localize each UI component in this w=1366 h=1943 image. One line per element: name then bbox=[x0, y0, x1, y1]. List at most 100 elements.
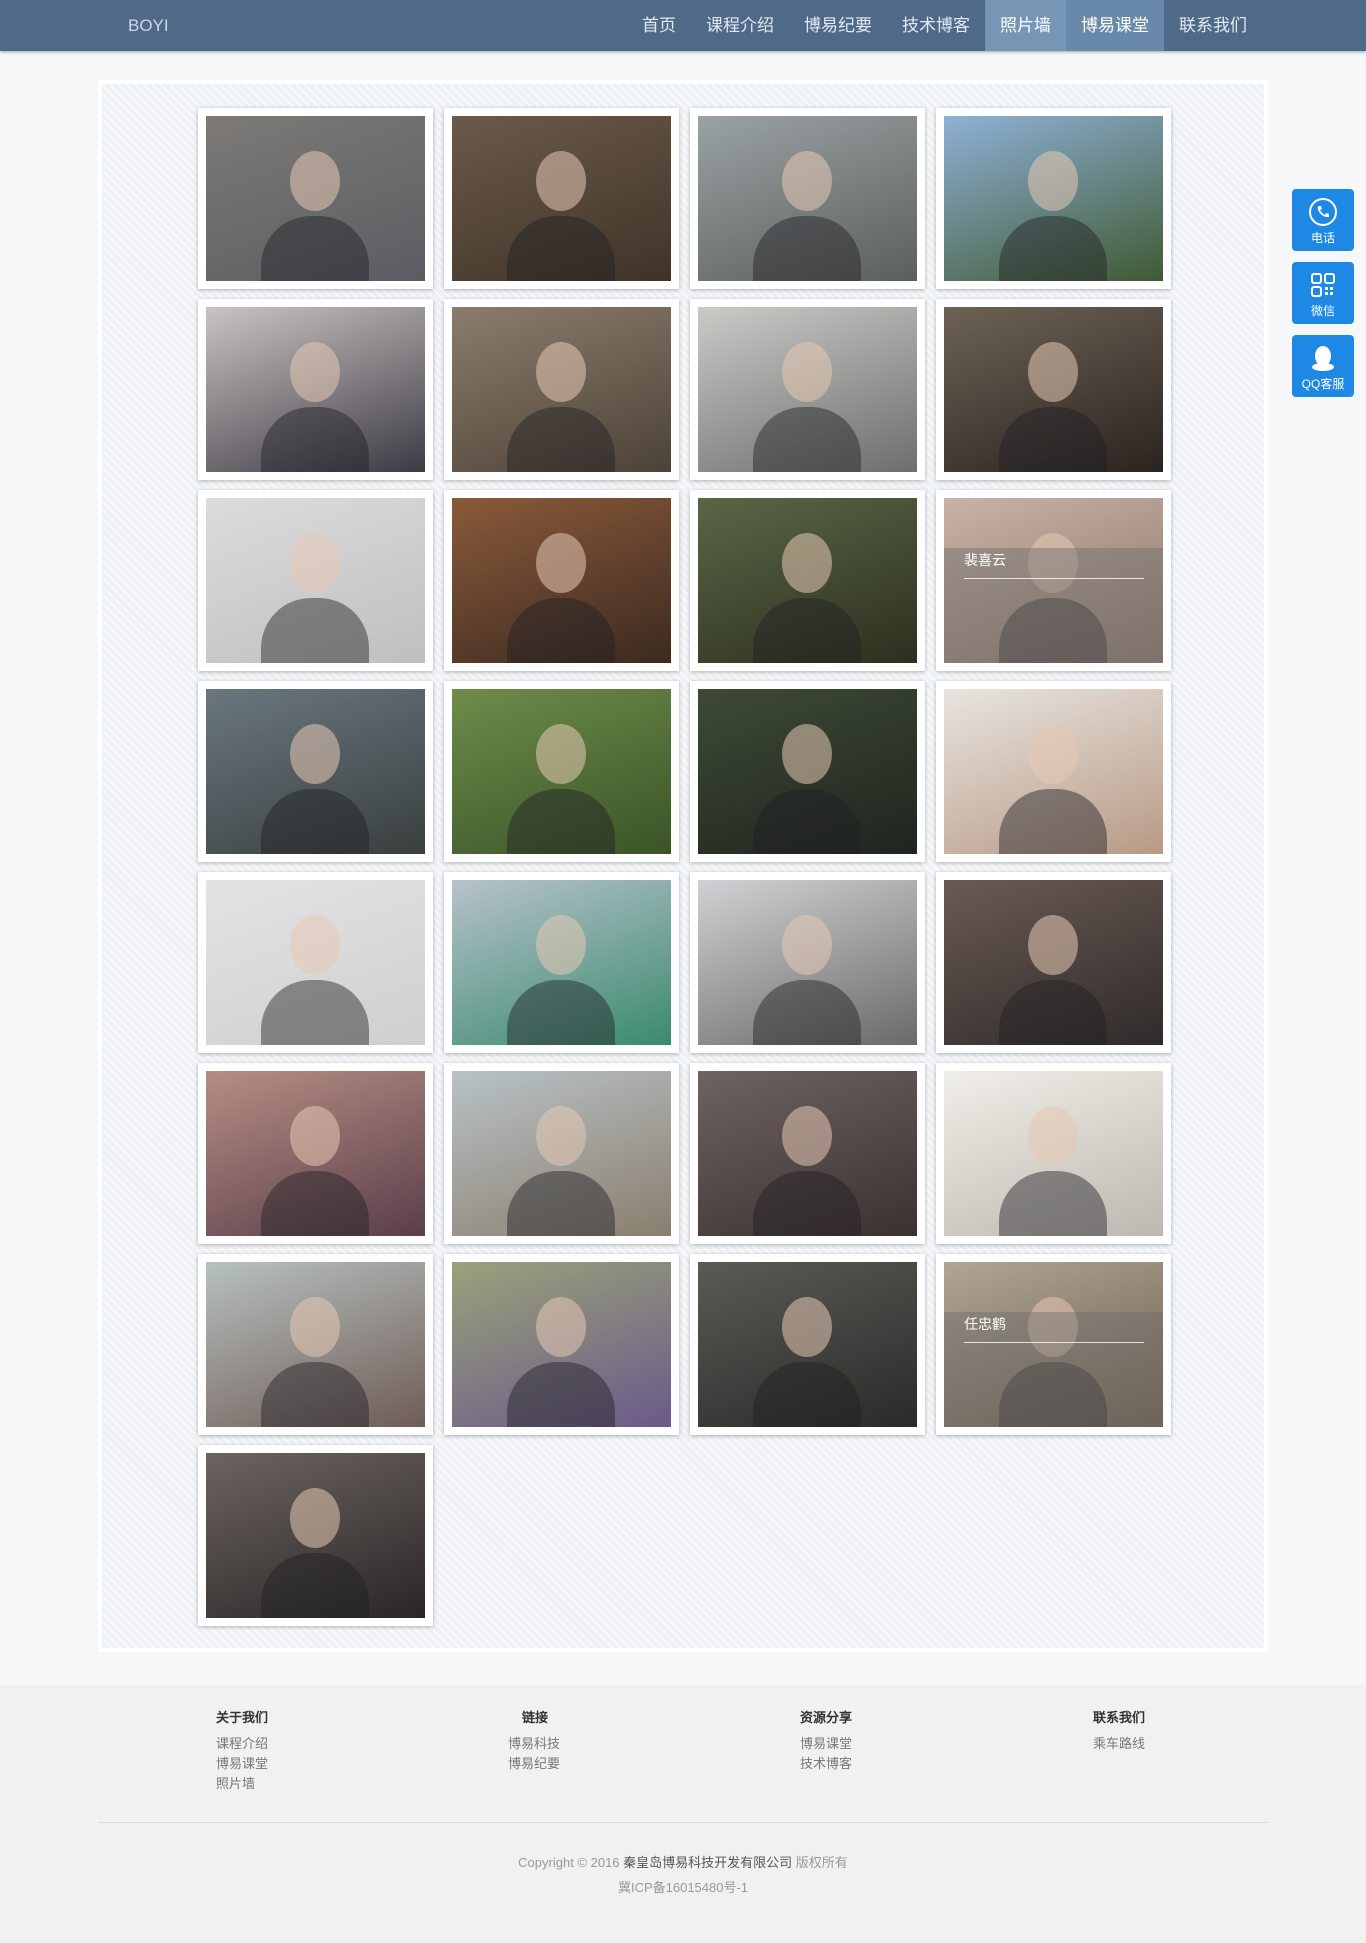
nav-classroom[interactable]: 博易课堂 bbox=[1066, 0, 1164, 51]
caption-underline bbox=[964, 578, 1144, 579]
icp-record[interactable]: 冀ICP备16015480号-1 bbox=[0, 1875, 1366, 1900]
footer-links-title: 链接 bbox=[522, 1710, 549, 1725]
nav-contact[interactable]: 联系我们 bbox=[1164, 0, 1262, 51]
copyright: Copyright © 2016 秦皇岛博易科技开发有限公司 版权所有 冀ICP… bbox=[0, 1850, 1366, 1900]
person-silhouette bbox=[1028, 151, 1078, 211]
photo-tile[interactable] bbox=[936, 108, 1171, 289]
photo-tile[interactable] bbox=[198, 1063, 433, 1244]
person-silhouette bbox=[782, 533, 832, 593]
company-name[interactable]: 秦皇岛博易科技开发有限公司 bbox=[623, 1855, 792, 1870]
photo-image bbox=[944, 116, 1163, 281]
qq-penguin-icon bbox=[1312, 346, 1334, 371]
footer-resources: 资源分享 博易课堂 技术博客 bbox=[800, 1707, 960, 1774]
photo-tile[interactable] bbox=[444, 872, 679, 1053]
person-silhouette bbox=[782, 915, 832, 975]
person-body bbox=[261, 789, 369, 854]
photo-image bbox=[452, 307, 671, 472]
photo-tile[interactable] bbox=[198, 1254, 433, 1435]
person-silhouette bbox=[536, 151, 586, 211]
photo-image bbox=[698, 1262, 917, 1427]
phone-icon bbox=[1309, 198, 1337, 226]
person-silhouette bbox=[290, 1106, 340, 1166]
footer-link-classroom[interactable]: 博易课堂 bbox=[216, 1754, 376, 1774]
nav-photo-wall[interactable]: 照片墙 bbox=[985, 0, 1066, 51]
photo-tile[interactable] bbox=[690, 299, 925, 480]
person-body bbox=[261, 1171, 369, 1236]
photo-tile[interactable] bbox=[690, 681, 925, 862]
photo-image bbox=[206, 1071, 425, 1236]
photo-image bbox=[944, 307, 1163, 472]
footer-link-photo-wall[interactable]: 照片墙 bbox=[216, 1774, 376, 1794]
person-silhouette bbox=[290, 1488, 340, 1548]
photo-tile[interactable] bbox=[936, 1063, 1171, 1244]
person-body bbox=[507, 216, 615, 281]
person-silhouette bbox=[782, 724, 832, 784]
person-body bbox=[261, 598, 369, 663]
nav-notes[interactable]: 博易纪要 bbox=[789, 0, 887, 51]
photo-tile[interactable] bbox=[444, 299, 679, 480]
photo-tile[interactable] bbox=[444, 490, 679, 671]
person-body bbox=[261, 216, 369, 281]
nav-tech-blog[interactable]: 技术博客 bbox=[887, 0, 985, 51]
nav-courses[interactable]: 课程介绍 bbox=[691, 0, 789, 51]
person-body bbox=[507, 980, 615, 1045]
photo-grid: 裴喜云 任忠鹤 bbox=[198, 108, 1171, 1626]
photo-tile[interactable] bbox=[936, 681, 1171, 862]
photo-image bbox=[206, 1453, 425, 1618]
photo-tile[interactable] bbox=[690, 1254, 925, 1435]
person-silhouette bbox=[536, 915, 586, 975]
photo-tile[interactable] bbox=[444, 108, 679, 289]
phone-button[interactable]: 电话 bbox=[1292, 189, 1354, 251]
person-body bbox=[753, 598, 861, 663]
photo-image bbox=[452, 1262, 671, 1427]
photo-tile[interactable]: 裴喜云 bbox=[936, 490, 1171, 671]
photo-tile[interactable] bbox=[444, 1063, 679, 1244]
photo-tile[interactable] bbox=[444, 1254, 679, 1435]
photo-tile[interactable] bbox=[444, 681, 679, 862]
footer-link-boyi-tech[interactable]: 博易科技 bbox=[508, 1734, 668, 1754]
person-body bbox=[507, 598, 615, 663]
qq-service-button[interactable]: QQ客服 bbox=[1292, 335, 1354, 397]
photo-tile[interactable] bbox=[198, 872, 433, 1053]
photo-image bbox=[452, 116, 671, 281]
person-silhouette bbox=[1028, 915, 1078, 975]
brand-logo[interactable]: BOYI bbox=[128, 0, 169, 51]
photo-image bbox=[944, 689, 1163, 854]
wechat-button[interactable]: 微信 bbox=[1292, 262, 1354, 324]
nav-home[interactable]: 首页 bbox=[627, 0, 691, 51]
photo-tile[interactable]: 任忠鹤 bbox=[936, 1254, 1171, 1435]
person-body bbox=[507, 789, 615, 854]
photo-tile[interactable] bbox=[690, 108, 925, 289]
person-body bbox=[753, 980, 861, 1045]
site-footer: 关于我们 课程介绍 博易课堂 照片墙 链接 博易科技 博易纪要 资源分享 博易课… bbox=[0, 1685, 1366, 1943]
person-silhouette bbox=[290, 151, 340, 211]
footer-link-route[interactable]: 乘车路线 bbox=[1093, 1734, 1253, 1754]
photo-image bbox=[452, 689, 671, 854]
footer-link-classroom-2[interactable]: 博易课堂 bbox=[800, 1734, 960, 1754]
person-silhouette bbox=[290, 342, 340, 402]
photo-image bbox=[206, 116, 425, 281]
photo-tile[interactable] bbox=[936, 872, 1171, 1053]
photo-tile[interactable] bbox=[198, 299, 433, 480]
footer-link-notes[interactable]: 博易纪要 bbox=[508, 1754, 668, 1774]
footer-link-tech-blog[interactable]: 技术博客 bbox=[800, 1754, 960, 1774]
person-body bbox=[999, 789, 1107, 854]
photo-tile[interactable] bbox=[936, 299, 1171, 480]
photo-image bbox=[452, 498, 671, 663]
footer-resources-title: 资源分享 bbox=[800, 1710, 853, 1725]
photo-tile[interactable] bbox=[198, 681, 433, 862]
photo-tile[interactable] bbox=[198, 1445, 433, 1626]
footer-contact-title: 联系我们 bbox=[1093, 1710, 1146, 1725]
photo-tile[interactable] bbox=[690, 490, 925, 671]
phone-label: 电话 bbox=[1310, 231, 1335, 245]
footer-links: 链接 博易科技 博易纪要 bbox=[508, 1707, 668, 1774]
photo-tile[interactable] bbox=[198, 490, 433, 671]
photo-tile[interactable] bbox=[198, 108, 433, 289]
rights-text: 版权所有 bbox=[795, 1855, 848, 1870]
photo-tile[interactable] bbox=[690, 1063, 925, 1244]
footer-contact: 联系我们 乘车路线 bbox=[1093, 1707, 1253, 1754]
caption-underline bbox=[964, 1342, 1144, 1343]
person-silhouette bbox=[1028, 724, 1078, 784]
photo-tile[interactable] bbox=[690, 872, 925, 1053]
footer-link-courses[interactable]: 课程介绍 bbox=[216, 1734, 376, 1754]
